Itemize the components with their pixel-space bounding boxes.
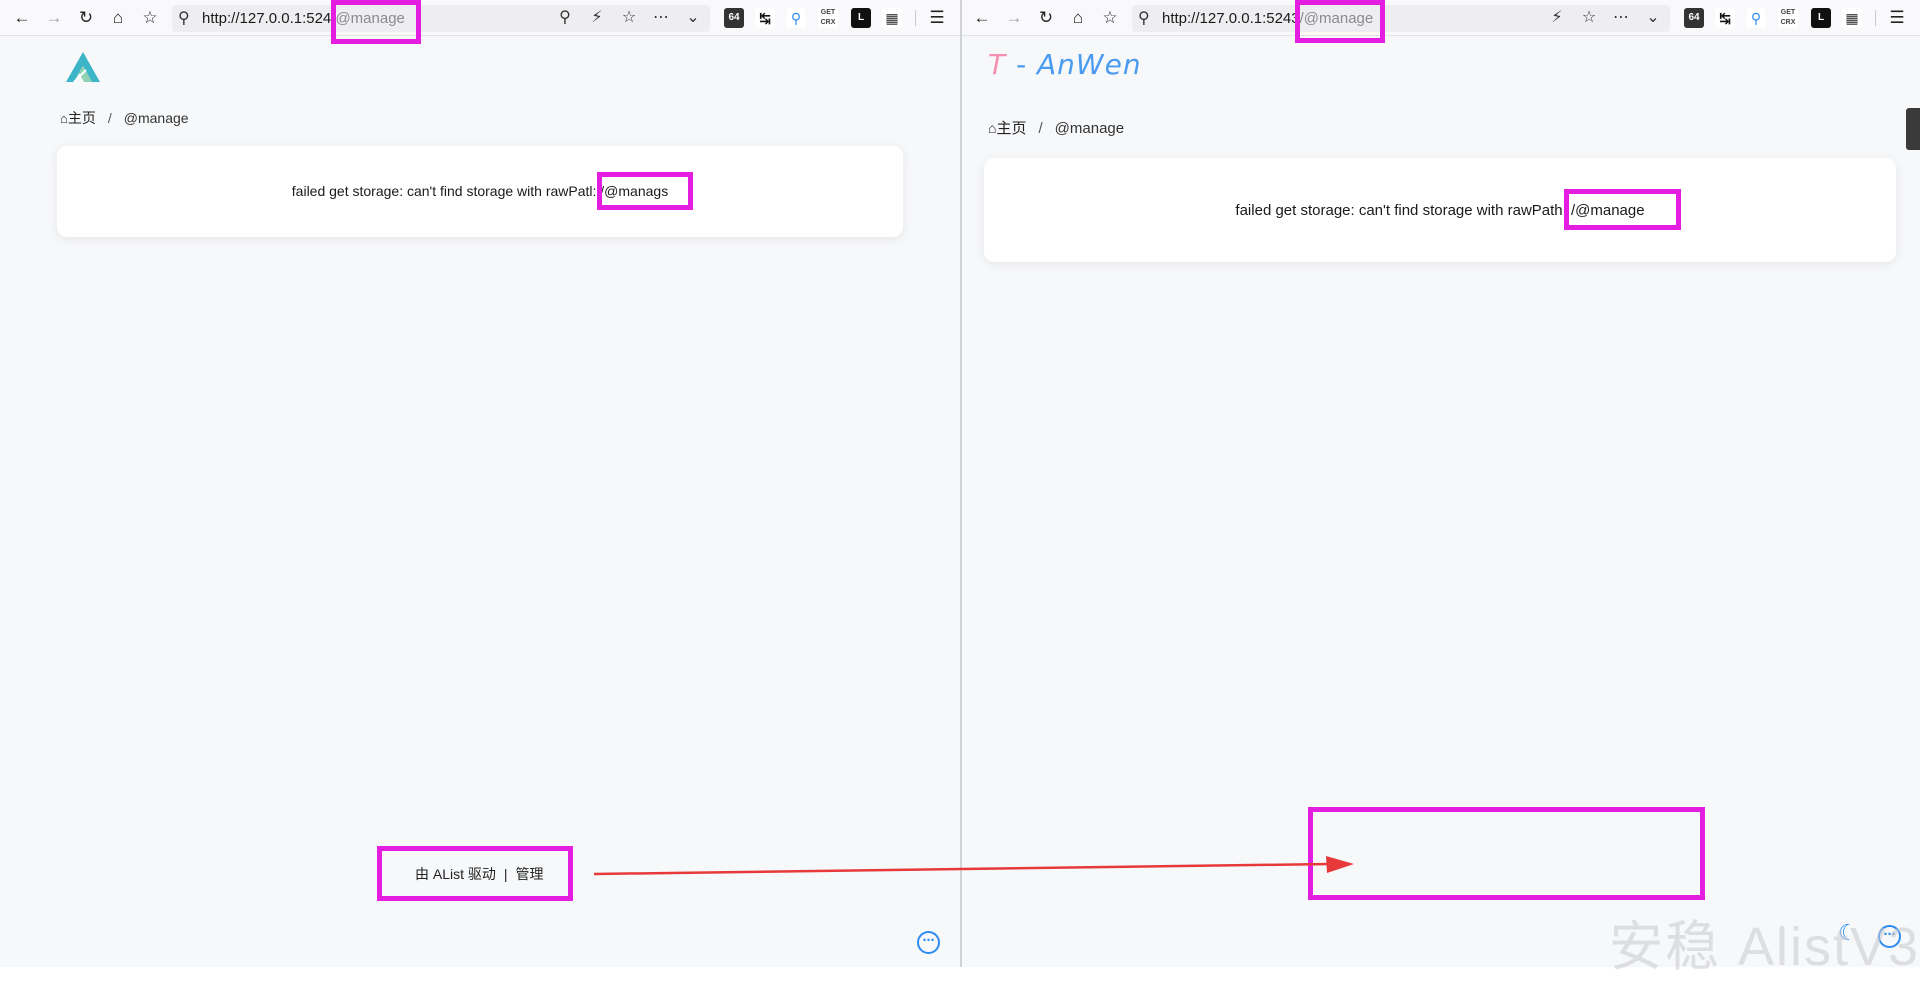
reload-icon[interactable]: ↻ — [1034, 6, 1058, 30]
more-icon[interactable]: ⋯ — [650, 7, 672, 29]
magnifier-extension-icon[interactable]: ⚲ — [1746, 8, 1766, 28]
url-host: http://127.0.0.1:524 — [202, 10, 332, 27]
chevron-down-icon[interactable]: ⌄ — [682, 7, 704, 29]
search-icon: ⚲ — [1138, 10, 1150, 27]
url-host: http://127.0.0.1:5243 — [1162, 10, 1300, 27]
toolbar-divider — [915, 10, 916, 26]
highlight-box — [1308, 807, 1705, 900]
extension-l-icon[interactable]: L — [1811, 8, 1831, 28]
highlight-box — [597, 172, 693, 210]
watermark: 安稳 AlistV3 — [1609, 917, 1920, 977]
extension-icon[interactable]: 64 — [1684, 8, 1704, 28]
error-message: failed get storage: can't find storage w… — [57, 183, 903, 199]
browser-toolbar: ← → ↻ ⌂ ☆ ⚲ http://127.0.0.1:5243/@manag… — [962, 0, 1920, 36]
highlight-box — [1295, 0, 1385, 43]
toolbar-divider — [1875, 10, 1876, 26]
star-icon[interactable]: ☆ — [618, 7, 640, 29]
error-message: failed get storage: can't find storage w… — [984, 202, 1896, 219]
grid-icon[interactable]: ▦ — [882, 8, 902, 28]
get-crx-icon[interactable]: GET CRX — [818, 8, 838, 28]
error-text: failed get storage: can't find storage w… — [291, 183, 593, 199]
chevron-down-icon[interactable]: ⌄ — [1642, 7, 1664, 29]
site-title-t: T — [988, 48, 1007, 81]
search-icon: ⚲ — [178, 10, 190, 27]
breadcrumb-home[interactable]: 主页 — [68, 110, 96, 126]
alist-logo[interactable] — [64, 50, 102, 84]
breadcrumb-current[interactable]: @manage — [124, 110, 189, 126]
browser-toolbar: ← → ↻ ⌂ ☆ ⚲ http://127.0.0.1:524/@manage… — [0, 0, 960, 36]
left-browser-window: ← → ↻ ⌂ ☆ ⚲ http://127.0.0.1:524/@manage… — [0, 0, 960, 967]
get-crx-icon[interactable]: GET CRX — [1778, 8, 1798, 28]
grid-icon[interactable]: ▦ — [1842, 8, 1862, 28]
forward-icon[interactable]: → — [1002, 6, 1026, 30]
magnifier-extension-icon[interactable]: ⚲ — [786, 8, 806, 28]
breadcrumb-current[interactable]: @manage — [1055, 120, 1124, 137]
url-bar[interactable]: ⚲ http://127.0.0.1:524/@manage ⚲ ⚡ ☆ ⋯ ⌄ — [172, 5, 710, 32]
lightning-icon[interactable]: ⚡ — [1546, 7, 1568, 29]
bookmarks-icon[interactable]: ☆ — [1098, 6, 1122, 30]
breadcrumb: ⌂主页 / @manage — [988, 117, 1124, 138]
more-circle-icon[interactable]: ⋯ — [917, 931, 940, 954]
zoom-icon[interactable]: ⚲ — [554, 7, 576, 29]
back-icon[interactable]: ← — [970, 6, 994, 30]
lightning-icon[interactable]: ⚡ — [586, 7, 608, 29]
error-text: failed get storage: can't find storage w… — [1235, 202, 1555, 219]
extension-icon[interactable]: 64 — [724, 8, 744, 28]
extension-l-icon[interactable]: L — [851, 8, 871, 28]
highlight-box — [377, 846, 573, 901]
translate-icon[interactable]: ↹ — [755, 8, 775, 28]
breadcrumb: ⌂主页 / @manage — [60, 108, 189, 128]
site-title-dash: - — [1016, 48, 1028, 81]
highlight-box — [1564, 189, 1681, 230]
more-icon[interactable]: ⋯ — [1610, 7, 1632, 29]
breadcrumb-separator: / — [1038, 120, 1043, 137]
translate-icon[interactable]: ↹ — [1715, 8, 1735, 28]
hamburger-icon[interactable]: ☰ — [1885, 6, 1909, 30]
home-icon[interactable]: ⌂ — [106, 6, 130, 30]
star-icon[interactable]: ☆ — [1578, 7, 1600, 29]
error-card: failed get storage: can't find storage w… — [984, 158, 1896, 262]
error-card: failed get storage: can't find storage w… — [57, 146, 903, 237]
side-handle[interactable] — [1906, 108, 1920, 150]
hamburger-icon[interactable]: ☰ — [925, 6, 949, 30]
site-title-name: AnWen — [1037, 48, 1142, 81]
home-icon[interactable]: ⌂ — [1066, 6, 1090, 30]
bookmarks-icon[interactable]: ☆ — [138, 6, 162, 30]
breadcrumb-home[interactable]: 主页 — [996, 120, 1026, 137]
site-title-logo[interactable]: T - AnWen — [988, 48, 1142, 81]
forward-icon[interactable]: → — [42, 6, 66, 30]
reload-icon[interactable]: ↻ — [74, 6, 98, 30]
back-icon[interactable]: ← — [10, 6, 34, 30]
url-bar[interactable]: ⚲ http://127.0.0.1:5243/@manage ⚡ ☆ ⋯ ⌄ — [1132, 5, 1670, 32]
home-icon[interactable]: ⌂ — [60, 111, 68, 126]
highlight-box — [331, 0, 421, 44]
breadcrumb-separator: / — [107, 110, 112, 126]
